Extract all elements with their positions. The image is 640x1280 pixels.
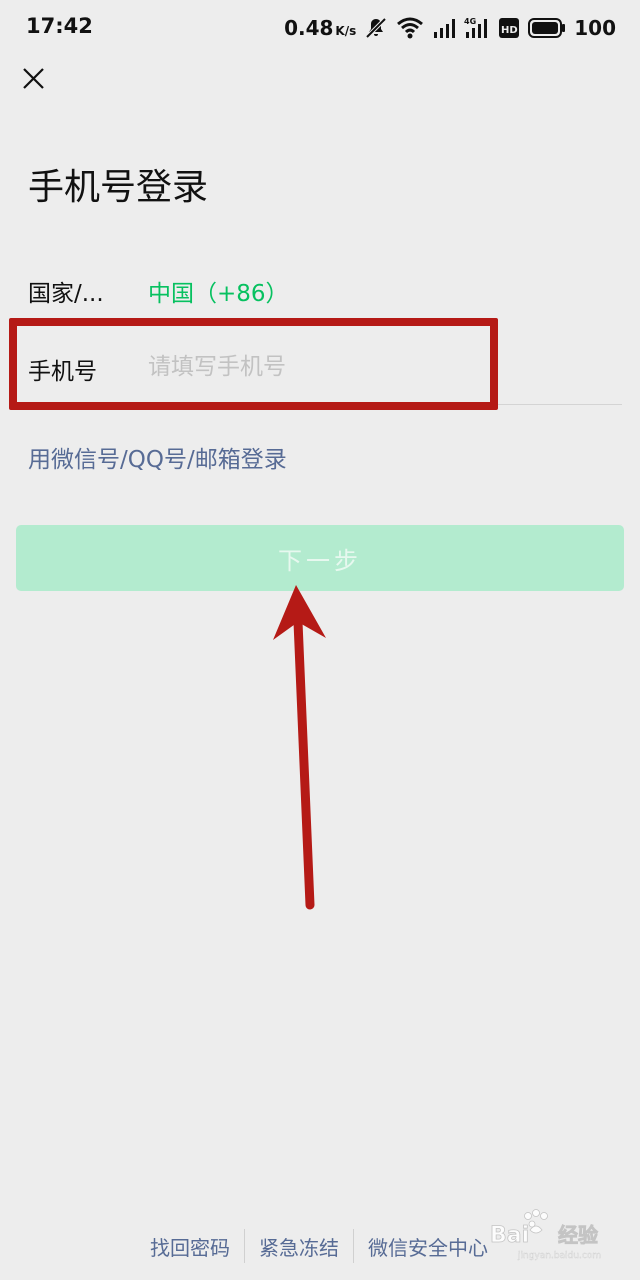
status-icons: 0.48 K/s 4G HD 100 [284,12,616,44]
status-time: 17:42 [26,14,93,38]
svg-text:经验: 经验 [558,1223,598,1247]
status-bar: 17:42 0.48 K/s 4G HD 100 [0,0,640,56]
annotation-highlight-box [9,318,498,410]
signal-icon [434,19,456,38]
wifi-icon [397,17,424,39]
close-icon [23,68,44,89]
svg-text:4G: 4G [464,17,476,26]
security-center-link[interactable]: 微信安全中心 [354,1232,502,1261]
country-label: 国家/... [28,281,104,307]
page-title: 手机号登录 [28,167,209,208]
country-selector[interactable]: 中国（+86） [148,274,289,308]
alt-login-link[interactable]: 用微信号/QQ号/邮箱登录 [28,440,287,474]
footer-links: 找回密码 紧急冻结 微信安全中心 [136,1228,502,1264]
next-button[interactable]: 下一步 [16,525,624,591]
baidu-jingyan-watermark-logo: Bai 经验 jingyan.baidu.com [490,1209,601,1261]
svg-text:jingyan.baidu.com: jingyan.baidu.com [517,1251,601,1261]
svg-text:HD: HD [501,25,518,36]
close-button[interactable] [18,62,50,94]
hd-icon: HD [499,18,520,38]
battery-icon [528,18,566,38]
find-password-link[interactable]: 找回密码 [136,1232,244,1261]
network-speed: 0.48 K/s [284,16,356,40]
svg-text:Bai: Bai [490,1223,529,1248]
network-speed-value: 0.48 [284,16,334,40]
mute-bell-icon [365,17,387,39]
battery-level: 100 [574,16,616,40]
network-speed-unit: K/s [335,24,357,38]
emergency-freeze-link[interactable]: 紧急冻结 [245,1232,353,1261]
signal-4g-icon: 4G [464,17,488,38]
